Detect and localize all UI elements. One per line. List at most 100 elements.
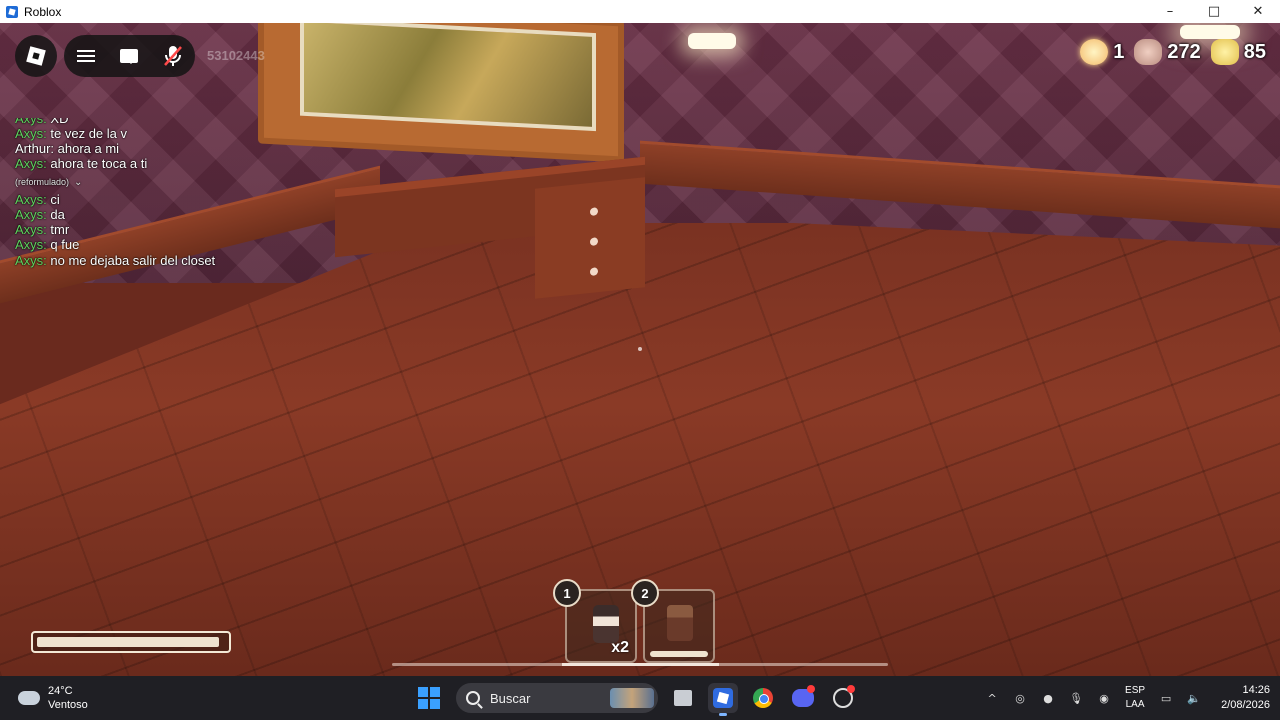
mic-muted-icon[interactable] <box>160 43 186 69</box>
taskbar-search[interactable]: Buscar <box>456 683 658 713</box>
location-icon[interactable]: ◉ <box>1097 691 1111 705</box>
taskbar-apps: Buscar <box>418 680 858 716</box>
chevron-up-icon[interactable]: ^ <box>985 691 999 705</box>
window-controls: – □ ✕ <box>1148 0 1280 23</box>
chat-author: Axys: <box>15 191 47 207</box>
chat-text: ahora te toca a ti <box>46 156 148 172</box>
window-titlebar: Roblox – □ ✕ <box>0 0 1280 24</box>
taskbar-files[interactable] <box>668 683 698 713</box>
hotbar-selection <box>562 663 719 666</box>
tray-app-icon-2[interactable]: ● <box>1041 691 1055 705</box>
chat-text: ahora a mi <box>54 141 120 157</box>
search-label: Buscar <box>490 690 531 706</box>
chat-toggle-button[interactable] <box>116 43 142 69</box>
taskbar-discord[interactable] <box>788 683 818 713</box>
weather-desc: Ventoso <box>48 699 88 711</box>
files-icon <box>674 690 692 706</box>
chat-author: Axys: <box>15 156 47 172</box>
weather-widget[interactable]: 24°C Ventoso <box>18 684 88 712</box>
sun-currency-icon <box>1080 39 1109 65</box>
clock[interactable]: 14:26 2/08/2026 <box>1221 683 1270 713</box>
item-count: x2 <box>611 639 629 656</box>
roblox-menu-button[interactable] <box>15 35 57 77</box>
lighter-item-icon <box>667 605 693 641</box>
chat-author: Axys: <box>15 207 47 223</box>
chat-text: no me dejaba salir del closet <box>46 252 216 268</box>
window-title: Roblox <box>24 4 62 19</box>
currency-gold: 85 <box>1210 39 1266 65</box>
chat-message: Axys: no me dejaba salir del closet <box>15 253 345 268</box>
chat-messages-before: Axys: te vez de la v Arthur: ahora a mi Ax… <box>15 126 345 172</box>
maximize-button[interactable]: □ <box>1192 0 1236 23</box>
roblox-logo-icon <box>26 46 46 66</box>
chat-author: Axys: <box>15 237 47 253</box>
slot-number: 1 <box>553 579 581 607</box>
slot-number: 2 <box>631 579 659 607</box>
windy-weather-icon <box>18 691 40 705</box>
chat-author: Axys: <box>15 252 47 268</box>
chat-message: Axys: q fue <box>15 237 345 252</box>
hotbar-slot-2[interactable]: 2 <box>631 579 715 663</box>
chat-clipped-line: Axys: XD <box>15 118 69 126</box>
chat-text: te vez de la v <box>46 126 128 141</box>
jar-item-icon <box>593 605 619 643</box>
chat-author: Axys: <box>15 222 47 238</box>
chat-message: Axys: da <box>15 207 345 222</box>
mic-icon[interactable]: 🎙 <box>1069 691 1083 705</box>
weather-temp: 24°C <box>48 685 73 697</box>
player-id: 53102443 <box>207 48 265 63</box>
search-icon <box>466 691 480 705</box>
network-icon[interactable]: ▭ <box>1159 691 1173 705</box>
chat-author: Axys: <box>15 126 47 141</box>
menu-icon[interactable] <box>73 43 99 69</box>
taskbar-roblox[interactable] <box>708 683 738 716</box>
clock-date: 2/08/2026 <box>1221 699 1270 711</box>
recording-badge <box>847 685 855 693</box>
chat-text: ci <box>46 191 60 207</box>
currency-panel: 1 272 85 <box>1080 35 1266 69</box>
hotbar-slot-1[interactable]: 1 x2 <box>553 579 637 663</box>
windows-start-icon[interactable] <box>418 687 440 709</box>
chat-message: Axys: tmr <box>15 222 345 237</box>
gold-currency-icon <box>1210 39 1239 65</box>
chat-messages-after: Axys: ci Axys: da Axys: tmr Axys: q fue Axys… <box>15 192 345 268</box>
roblox-app-icon <box>6 5 18 18</box>
topbar-controls <box>64 35 195 77</box>
currency-stone: 272 <box>1134 39 1201 65</box>
item-durability-bar <box>650 651 708 657</box>
desk-drawers <box>535 177 645 299</box>
chat-text: q fue <box>46 237 80 253</box>
chrome-icon <box>753 688 773 708</box>
health-bar <box>31 631 231 653</box>
clock-time: 14:26 <box>1242 684 1270 696</box>
crosshair-dot <box>638 347 642 351</box>
chat-message: Axys: ahora te toca a ti <box>15 156 345 171</box>
chat-author: Arthur: <box>15 141 55 157</box>
wooden-floor <box>0 223 1280 676</box>
input-language[interactable]: ESP LAA <box>1125 684 1145 712</box>
chat-message: Axys: te vez de la v <box>15 126 345 141</box>
chat-message: Axys: ci <box>15 192 345 207</box>
chevron-down-icon: ⌄ <box>74 176 83 188</box>
roblox-icon <box>713 688 733 708</box>
chat-meta-label[interactable]: (reformulado) ⌄ <box>15 175 345 190</box>
chat-icon <box>120 49 139 64</box>
taskbar-obs[interactable] <box>828 683 858 713</box>
chat-message: Arthur: ahora a mi <box>15 141 345 156</box>
volume-icon[interactable]: 🔈 <box>1187 691 1201 705</box>
system-tray: ^ ◎ ● 🎙 ◉ ESP LAA ▭ 🔈 14:26 2/08/2026 <box>985 676 1270 720</box>
tray-app-icon[interactable]: ◎ <box>1013 691 1027 705</box>
minimize-button[interactable]: – <box>1148 0 1192 23</box>
search-highlight-image <box>610 688 654 708</box>
taskbar-chrome[interactable] <box>748 683 778 713</box>
currency-sun: 1 <box>1080 39 1124 65</box>
chat-log: Axys: XD Axys: te vez de la v Arthur: aho… <box>15 118 345 268</box>
chat-text: da <box>46 207 65 223</box>
stone-currency-icon <box>1134 39 1163 65</box>
game-viewport[interactable]: 53102443 Axys: XD Axys: te vez de la v Ar… <box>0 23 1280 676</box>
chat-text: tmr <box>46 222 70 238</box>
ceiling-lamp <box>688 33 736 49</box>
hotbar-track <box>392 663 888 666</box>
close-button[interactable]: ✕ <box>1236 0 1280 23</box>
health-bar-fill <box>37 637 220 647</box>
